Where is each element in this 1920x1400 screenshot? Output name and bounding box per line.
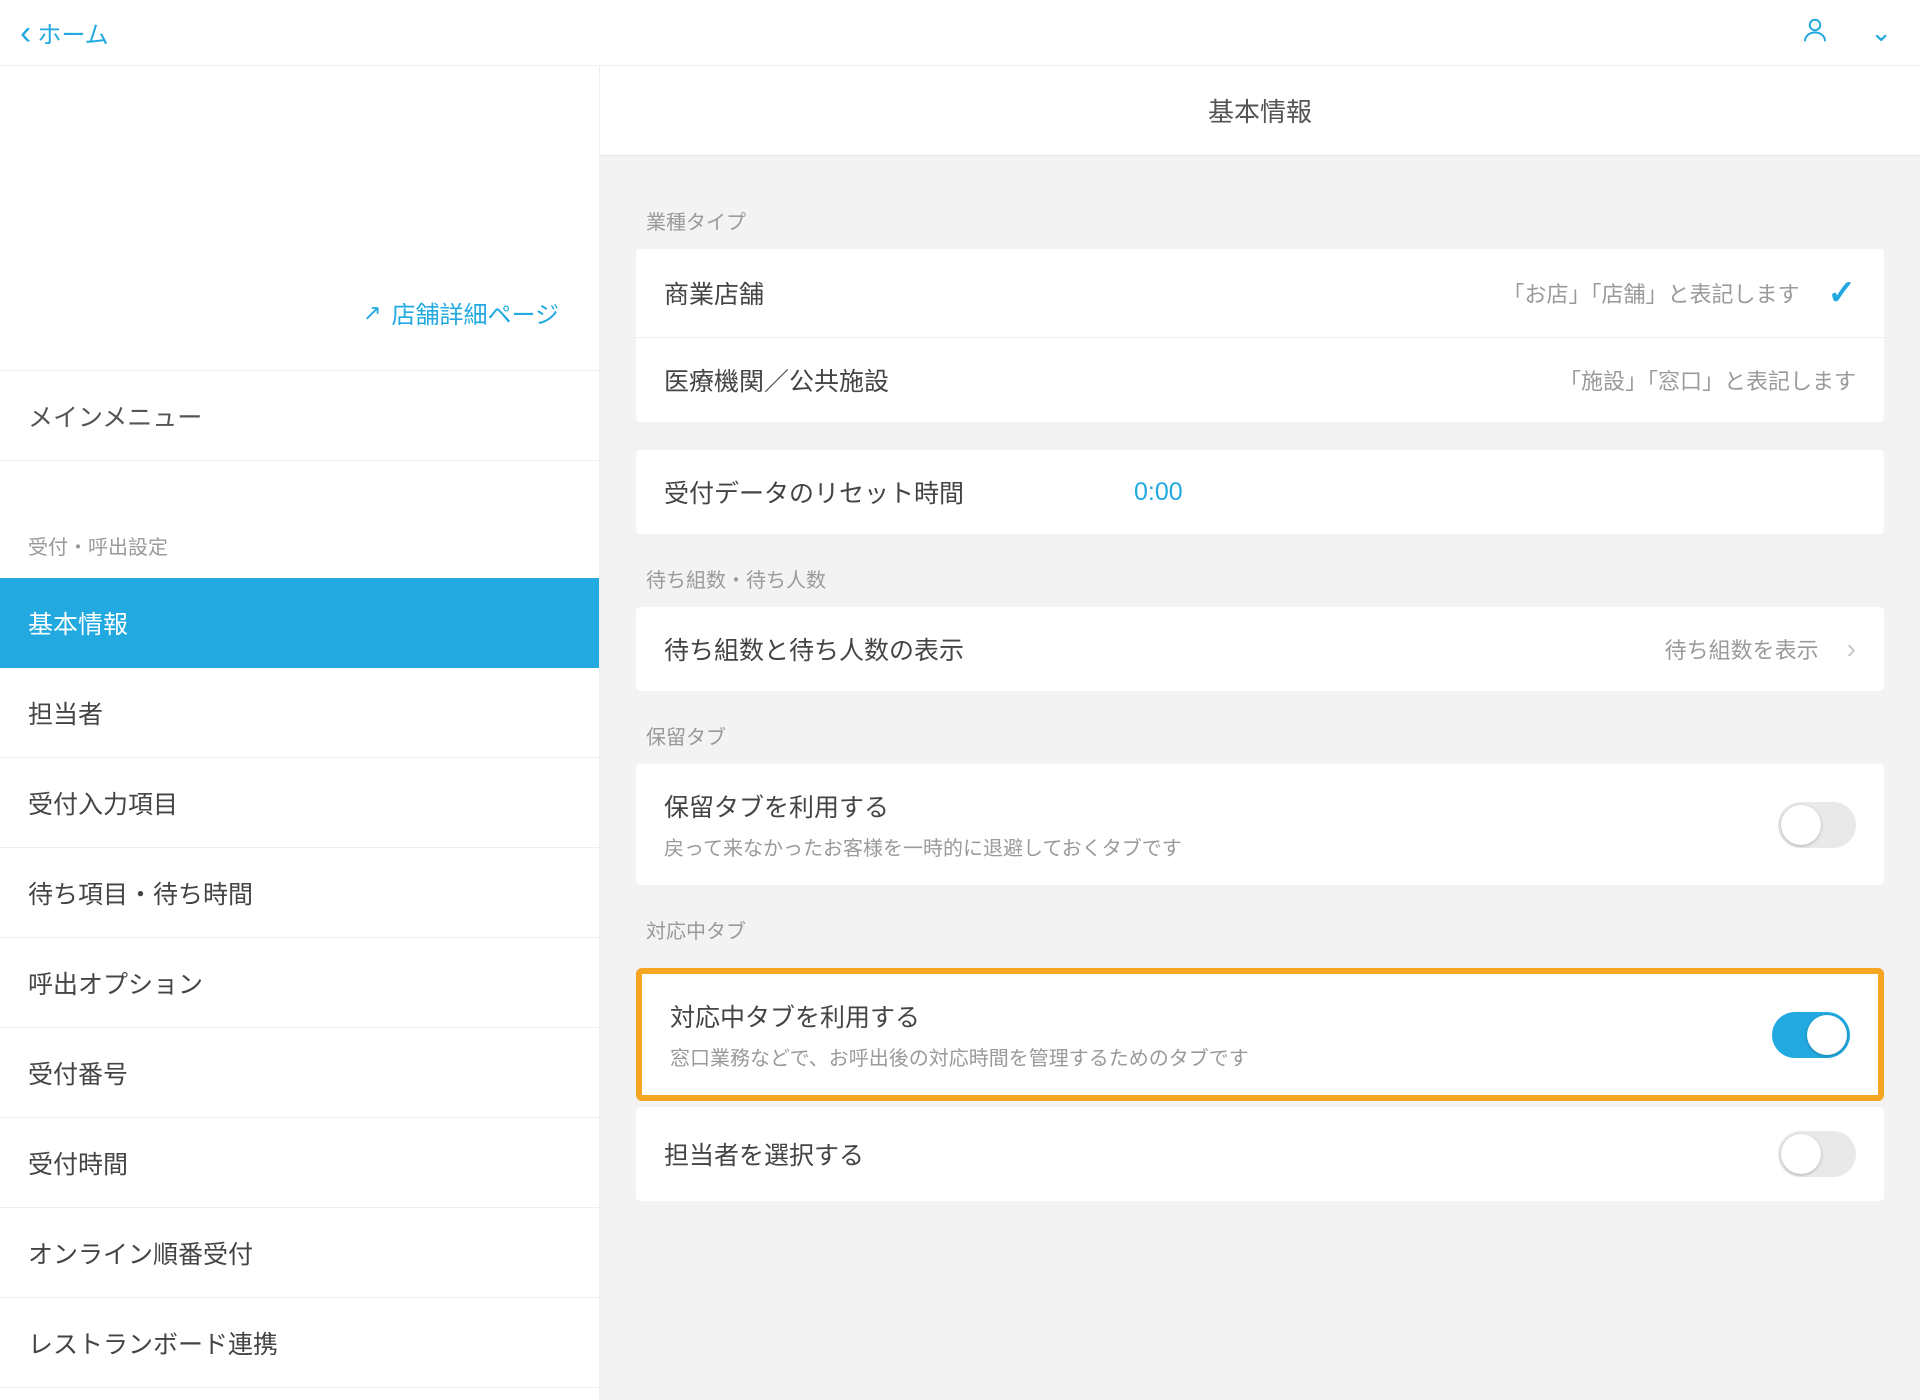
external-link-icon: ↗	[363, 300, 381, 326]
select-staff-row: 担当者を選択する	[636, 1107, 1884, 1201]
store-detail-link-label: 店舗詳細ページ	[391, 295, 559, 330]
sidebar-item-reception-fields[interactable]: 受付入力項目	[0, 758, 599, 848]
wait-count-card: 待ち組数と待ち人数の表示 待ち組数を表示 ›	[636, 607, 1884, 691]
sidebar-item-label: 基本情報	[28, 605, 128, 641]
handling-tab-card: 対応中タブを利用する 窓口業務などで、お呼出後の対応時間を管理するためのタブです	[642, 974, 1878, 1095]
hold-tab-row: 保留タブを利用する 戻って来なかったお客様を一時的に退避しておくタブです	[636, 764, 1884, 885]
sidebar-item-wait-items[interactable]: 待ち項目・待ち時間	[0, 848, 599, 938]
option-title: 医療機関／公共施設	[664, 362, 889, 398]
select-staff-title: 担当者を選択する	[664, 1136, 864, 1172]
sidebar-item-staff[interactable]: 担当者	[0, 668, 599, 758]
chevron-right-icon: ›	[1847, 633, 1856, 665]
reset-time-card: 受付データのリセット時間 0:00	[636, 450, 1884, 534]
chevron-left-icon: ‹	[20, 16, 31, 50]
handling-tab-desc: 窓口業務などで、お呼出後の対応時間を管理するためのタブです	[670, 1042, 1772, 1071]
group-label-business-type: 業種タイプ	[636, 196, 1884, 249]
handling-tab-highlight: 対応中タブを利用する 窓口業務などで、お呼出後の対応時間を管理するためのタブです	[636, 968, 1884, 1101]
sidebar-main-menu[interactable]: メインメニュー	[0, 371, 599, 461]
user-icon[interactable]	[1800, 15, 1830, 50]
hold-tab-desc: 戻って来なかったお客様を一時的に退避しておくタブです	[664, 832, 1778, 861]
back-button[interactable]: ‹ ホーム	[20, 15, 109, 50]
sidebar: ↗ 店舗詳細ページ メインメニュー 受付・呼出設定 基本情報 担当者 受付入力項…	[0, 66, 600, 1400]
sidebar-item-restaurant-board[interactable]: レストランボード連携	[0, 1298, 599, 1388]
wait-count-title: 待ち組数と待ち人数の表示	[664, 631, 964, 667]
sidebar-item-label: 待ち項目・待ち時間	[28, 875, 253, 911]
main: 基本情報 業種タイプ 商業店舗 「お店」「店舗」と表記します ✓ 医療機関／公共…	[600, 66, 1920, 1400]
sidebar-item-reception-time[interactable]: 受付時間	[0, 1118, 599, 1208]
content: 業種タイプ 商業店舗 「お店」「店舗」と表記します ✓ 医療機関／公共施設 「施…	[600, 156, 1920, 1261]
main-header-title: 基本情報	[1208, 92, 1312, 129]
wait-count-row[interactable]: 待ち組数と待ち人数の表示 待ち組数を表示 ›	[636, 607, 1884, 691]
store-detail-link[interactable]: ↗ 店舗詳細ページ	[363, 295, 559, 330]
topbar-right: ⌄	[1800, 15, 1892, 50]
reset-time-title: 受付データのリセット時間	[664, 474, 964, 510]
sidebar-item-label: 受付入力項目	[28, 785, 178, 821]
sidebar-item-label: レストランボード連携	[28, 1325, 278, 1361]
store-detail-block: ↗ 店舗詳細ページ	[0, 66, 599, 371]
sidebar-item-reception-number[interactable]: 受付番号	[0, 1028, 599, 1118]
handling-tab-title: 対応中タブを利用する	[670, 998, 1772, 1034]
option-sub: 「施設」「窓口」と表記します	[1559, 364, 1856, 396]
sidebar-item-basic-info[interactable]: 基本情報	[0, 578, 599, 668]
hold-tab-title: 保留タブを利用する	[664, 788, 1778, 824]
handling-tab-toggle[interactable]	[1772, 1012, 1850, 1058]
select-staff-card: 担当者を選択する	[636, 1107, 1884, 1201]
main-header: 基本情報	[600, 66, 1920, 156]
sidebar-item-label: 担当者	[28, 695, 103, 731]
sidebar-item-label: オンライン順番受付	[28, 1235, 253, 1271]
hold-tab-card: 保留タブを利用する 戻って来なかったお客様を一時的に退避しておくタブです	[636, 764, 1884, 885]
chevron-down-icon[interactable]: ⌄	[1870, 17, 1892, 48]
group-label-wait-count: 待ち組数・待ち人数	[636, 534, 1884, 607]
reset-time-row[interactable]: 受付データのリセット時間 0:00	[636, 450, 1884, 534]
business-type-option-medical[interactable]: 医療機関／公共施設 「施設」「窓口」と表記します	[636, 338, 1884, 422]
option-title: 商業店舗	[664, 275, 764, 311]
topbar: ‹ ホーム ⌄	[0, 0, 1920, 66]
hold-tab-toggle[interactable]	[1778, 802, 1856, 848]
sidebar-item-label: 受付時間	[28, 1145, 128, 1181]
sidebar-item-online-queue[interactable]: オンライン順番受付	[0, 1208, 599, 1298]
option-sub: 「お店」「店舗」と表記します	[1502, 277, 1799, 309]
handling-tab-row: 対応中タブを利用する 窓口業務などで、お呼出後の対応時間を管理するためのタブです	[642, 974, 1878, 1095]
select-staff-toggle[interactable]	[1778, 1131, 1856, 1177]
sidebar-main-menu-label: メインメニュー	[28, 398, 202, 434]
group-label-handling-tab: 対応中タブ	[636, 885, 1884, 958]
group-label-hold-tab: 保留タブ	[636, 691, 1884, 764]
sidebar-item-label: 呼出オプション	[28, 965, 203, 1001]
sidebar-item-call-options[interactable]: 呼出オプション	[0, 938, 599, 1028]
check-icon: ✓	[1828, 273, 1857, 313]
business-type-card: 商業店舗 「お店」「店舗」と表記します ✓ 医療機関／公共施設 「施設」「窓口」…	[636, 249, 1884, 422]
sidebar-item-label: 受付番号	[28, 1055, 128, 1091]
layout: ↗ 店舗詳細ページ メインメニュー 受付・呼出設定 基本情報 担当者 受付入力項…	[0, 66, 1920, 1400]
back-label: ホーム	[37, 15, 108, 50]
business-type-option-commercial[interactable]: 商業店舗 「お店」「店舗」と表記します ✓	[636, 249, 1884, 338]
sidebar-section-label: 受付・呼出設定	[0, 461, 599, 578]
reset-time-value: 0:00	[1134, 478, 1183, 507]
wait-count-value: 待ち組数を表示	[1665, 633, 1819, 665]
